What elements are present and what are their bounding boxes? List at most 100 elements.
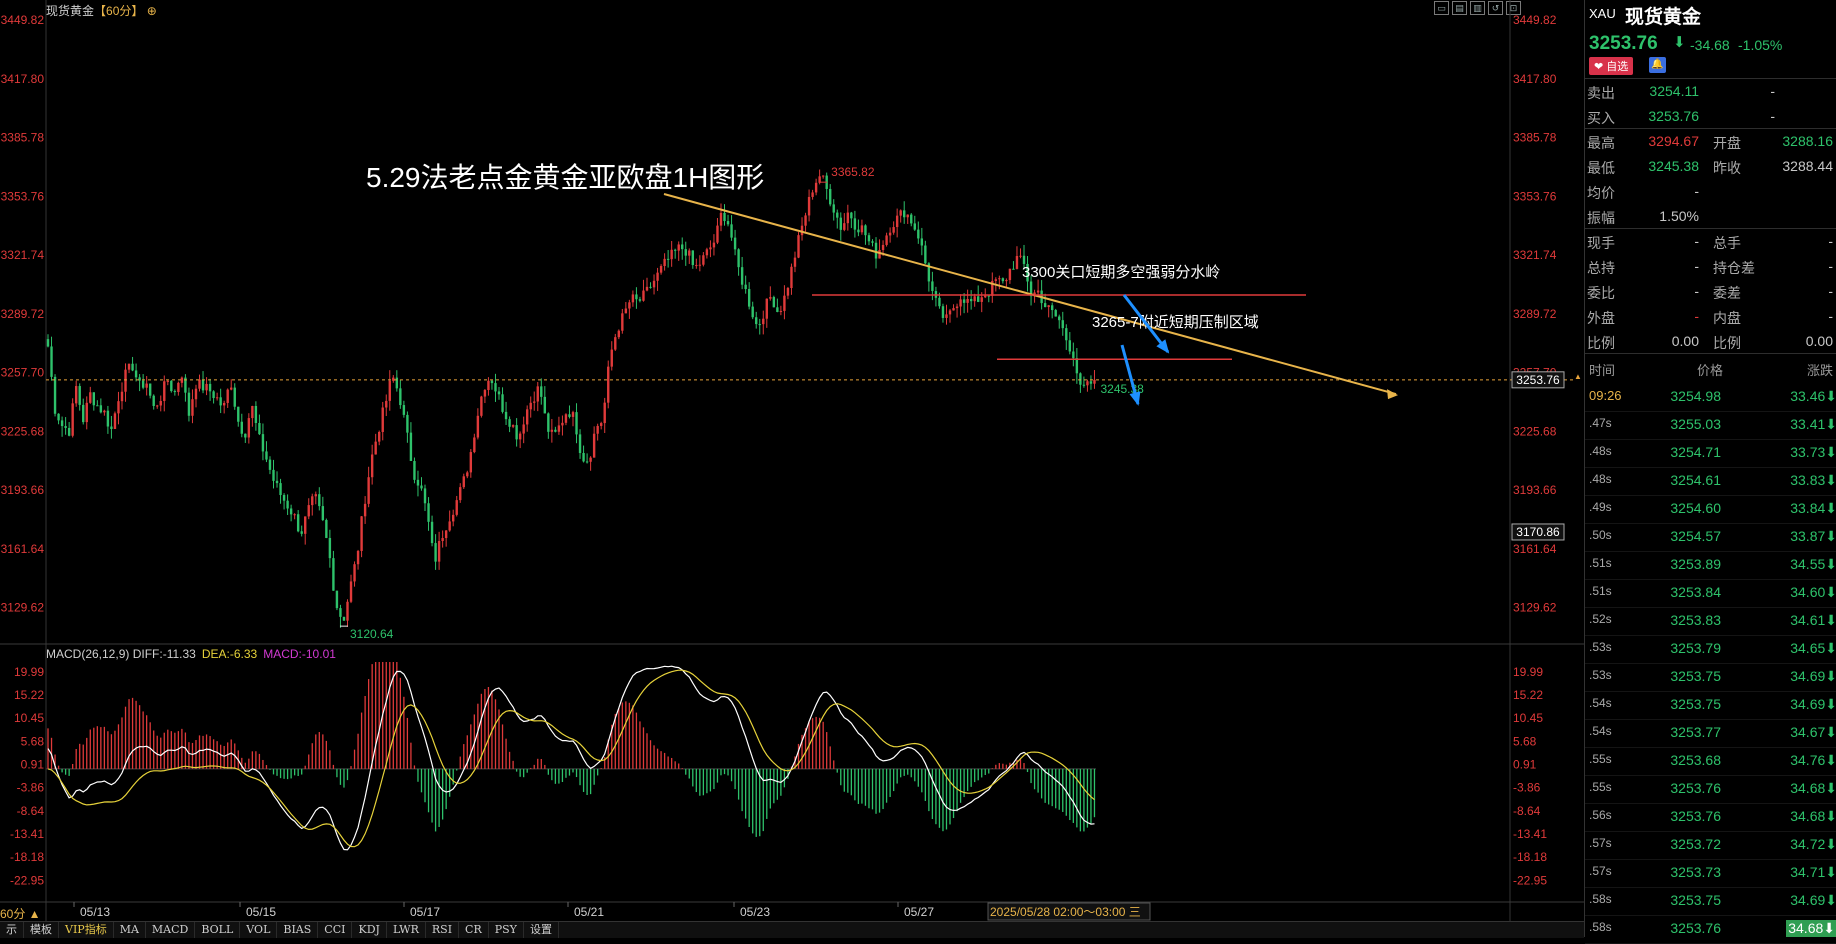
candle-body [452,514,455,522]
indicator-tab-1[interactable]: 模板 [24,922,59,938]
candle-body [325,520,328,538]
tick-price: 3253.76 [1670,780,1721,796]
candle-body [300,531,303,534]
candle-body [240,421,243,434]
candle-body [466,472,469,477]
candle-body [1015,255,1019,269]
indicator-tab-8[interactable]: CCI [318,922,353,938]
candle-body [120,391,124,402]
candle-body [141,380,145,388]
tick-change: 34.68⬇ [1790,808,1836,824]
indicator-tab-11[interactable]: RSI [426,922,460,938]
candle-body [173,391,177,393]
tick-time: .56s [1589,808,1612,822]
tick-row: .47s 3255.03 33.41⬇ [1585,411,1836,440]
candle-body [96,405,99,407]
candle-body [786,288,790,296]
indicator-tab-0[interactable]: 示 [0,922,24,938]
annotation-3265: 3265-7附近短期压制区域 [1092,314,1259,331]
quote-row: 比例 0.00 比例 0.00 [1585,329,1836,354]
candle-body [286,500,289,509]
candle-body [113,413,117,429]
kline-chart[interactable]: 现货黄金【60分】 ⊕ ▭ ▤ ▥ ↺ ⊡ 3449.82 3449.82 3417… [0,0,1584,938]
indicator-tab-5[interactable]: BOLL [195,922,241,938]
candle-body [233,387,236,407]
candle-body [610,349,613,367]
candle-body [490,380,494,384]
candle-body [977,296,980,302]
candle-body [416,479,420,486]
candle-body [776,307,779,312]
candle-body [800,225,804,236]
tick-row: .54s 3253.75 34.69⬇ [1585,691,1836,720]
bell-icon[interactable]: 🔔 [1649,57,1666,73]
tick-row: .48s 3254.71 33.73⬇ [1585,439,1836,468]
indicator-tab-6[interactable]: VOL [240,922,278,938]
candle-body [1086,381,1089,386]
candle-body [561,422,564,426]
quote-value: 3288.44 [1782,158,1833,174]
indicator-tab-12[interactable]: CR [459,922,489,938]
tick-change: 34.60⬇ [1790,584,1836,600]
candle-body [363,503,367,517]
quote-value: - [1770,108,1775,124]
tick-time: .58s [1589,892,1612,906]
tick-change: 34.69⬇ [1790,668,1836,684]
candle-body [205,383,208,391]
candle-body [670,249,673,260]
tick-price: 3253.76 [1670,808,1721,824]
period-switch[interactable]: 60分 ▲ [0,905,41,922]
tick-row: .51s 3253.89 34.55⬇ [1585,551,1836,580]
macd-tick-label-right: -22.95 [1513,873,1547,887]
candle-body [385,400,388,408]
candle-body [906,214,909,218]
candle-body [1047,305,1050,308]
candle-body [874,242,878,259]
price-tick-label-left: 3257.70 [1,366,45,380]
candle-body [462,476,465,488]
candle-body [582,452,585,462]
candle-body [966,298,969,303]
candle-body [423,488,427,504]
candle-body [254,405,258,423]
tick-change: 34.65⬇ [1790,640,1836,656]
candle-body [843,223,846,230]
candle-body [92,392,96,406]
indicator-tab-13[interactable]: PSY [489,922,524,938]
candle-body [53,376,57,414]
add-favorite-button[interactable]: ❤ 自选 [1589,57,1634,75]
quote-row: 现手 - 总手 - [1585,229,1836,254]
candle-body [857,229,860,233]
tick-change: 34.68⬇ [1786,920,1836,937]
quote-value: - [1694,233,1699,249]
candle-body [892,227,895,233]
price-change-pct: -1.05% [1738,37,1783,53]
quote-label: 委差 [1713,285,1741,301]
indicator-tab-4[interactable]: MACD [146,922,196,938]
candle-body [913,223,916,230]
candle-body [557,425,561,432]
date-tick-label: 05/15 [246,905,276,919]
candle-body [571,412,575,417]
candle-body [962,299,966,303]
tick-time: .53s [1589,668,1612,682]
price-and-macd-plot: 3449.82 3449.82 3417.80 3417.80 3385.78 3385.… [0,0,1584,921]
quote-value: 0.00 [1671,333,1699,349]
indicator-tab-10[interactable]: LWR [387,922,426,938]
indicator-tab-14[interactable]: 设置 [524,922,559,938]
candle-body [969,298,973,302]
indicator-tab-3[interactable]: MA [114,922,146,938]
candle-body [378,431,381,442]
candle-body [163,381,166,401]
indicator-tab-7[interactable]: BIAS [277,922,319,938]
quote-label: 外盘 [1587,310,1615,326]
indicator-tabs: 示模板 VIP指标 MA MACD BOLL VOL BIAS CCI KDJ LWR RSI CR P… [0,921,1584,938]
candle-body [339,608,342,617]
candle-body [589,457,592,462]
indicator-tab-9[interactable]: KDJ [352,922,387,938]
tick-time: .48s [1589,472,1612,486]
candle-body [99,405,103,413]
candle-body [737,249,740,268]
indicator-tab-2[interactable]: VIP指标 [59,922,114,938]
macd-tick-label-right: 0.91 [1513,757,1537,771]
